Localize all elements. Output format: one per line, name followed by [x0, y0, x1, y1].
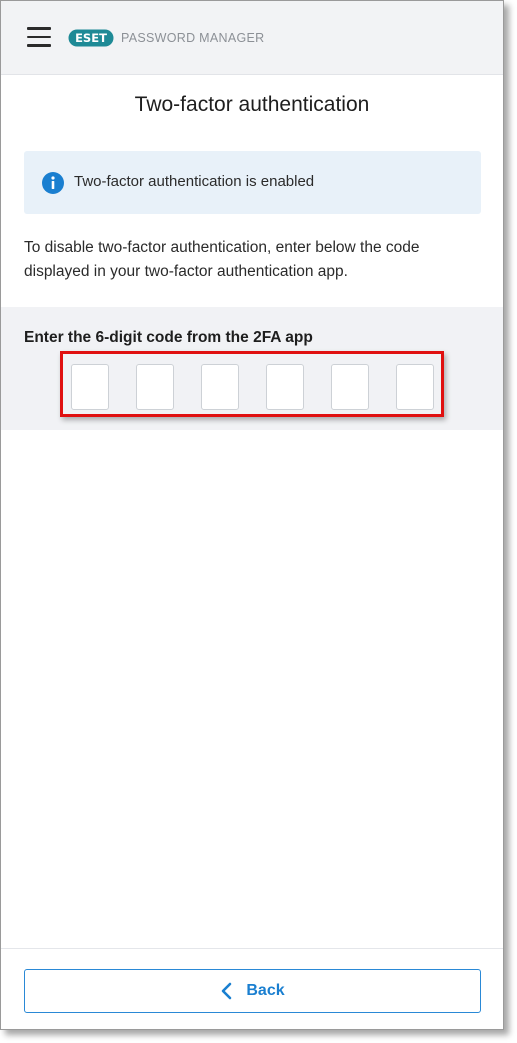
- back-button-label: Back: [246, 982, 285, 999]
- code-entry-section: Enter the 6-digit code from the 2FA app: [1, 307, 503, 430]
- code-digit-5[interactable]: [331, 364, 369, 410]
- code-inputs-highlight: [60, 351, 444, 417]
- page-title: Two-factor authentication: [134, 93, 370, 116]
- info-banner-text: Two-factor authentication is enabled: [74, 173, 315, 190]
- code-digit-4[interactable]: [266, 364, 304, 410]
- code-digit-1[interactable]: [71, 364, 109, 410]
- code-entry-label: Enter the 6-digit code from the 2FA app: [24, 329, 313, 346]
- instructions-text: To disable two-factor authentication, en…: [24, 239, 420, 280]
- logo-text: ESET: [75, 31, 107, 45]
- hamburger-menu-icon[interactable]: [27, 27, 51, 47]
- code-digit-3[interactable]: [201, 364, 239, 410]
- back-button[interactable]: Back: [24, 969, 481, 1013]
- code-digit-2[interactable]: [136, 364, 174, 410]
- app-window: ESET PASSWORD MANAGER Two-factor authent…: [0, 0, 504, 1030]
- top-bar: ESET PASSWORD MANAGER: [1, 1, 503, 75]
- brand-subtitle: PASSWORD MANAGER: [121, 31, 265, 45]
- info-icon: [42, 172, 64, 194]
- code-digit-6[interactable]: [396, 364, 434, 410]
- bottom-bar: Back: [1, 948, 503, 1029]
- info-banner: Two-factor authentication is enabled: [24, 151, 481, 214]
- eset-logo: ESET: [68, 29, 114, 47]
- chevron-left-icon: [222, 982, 232, 1000]
